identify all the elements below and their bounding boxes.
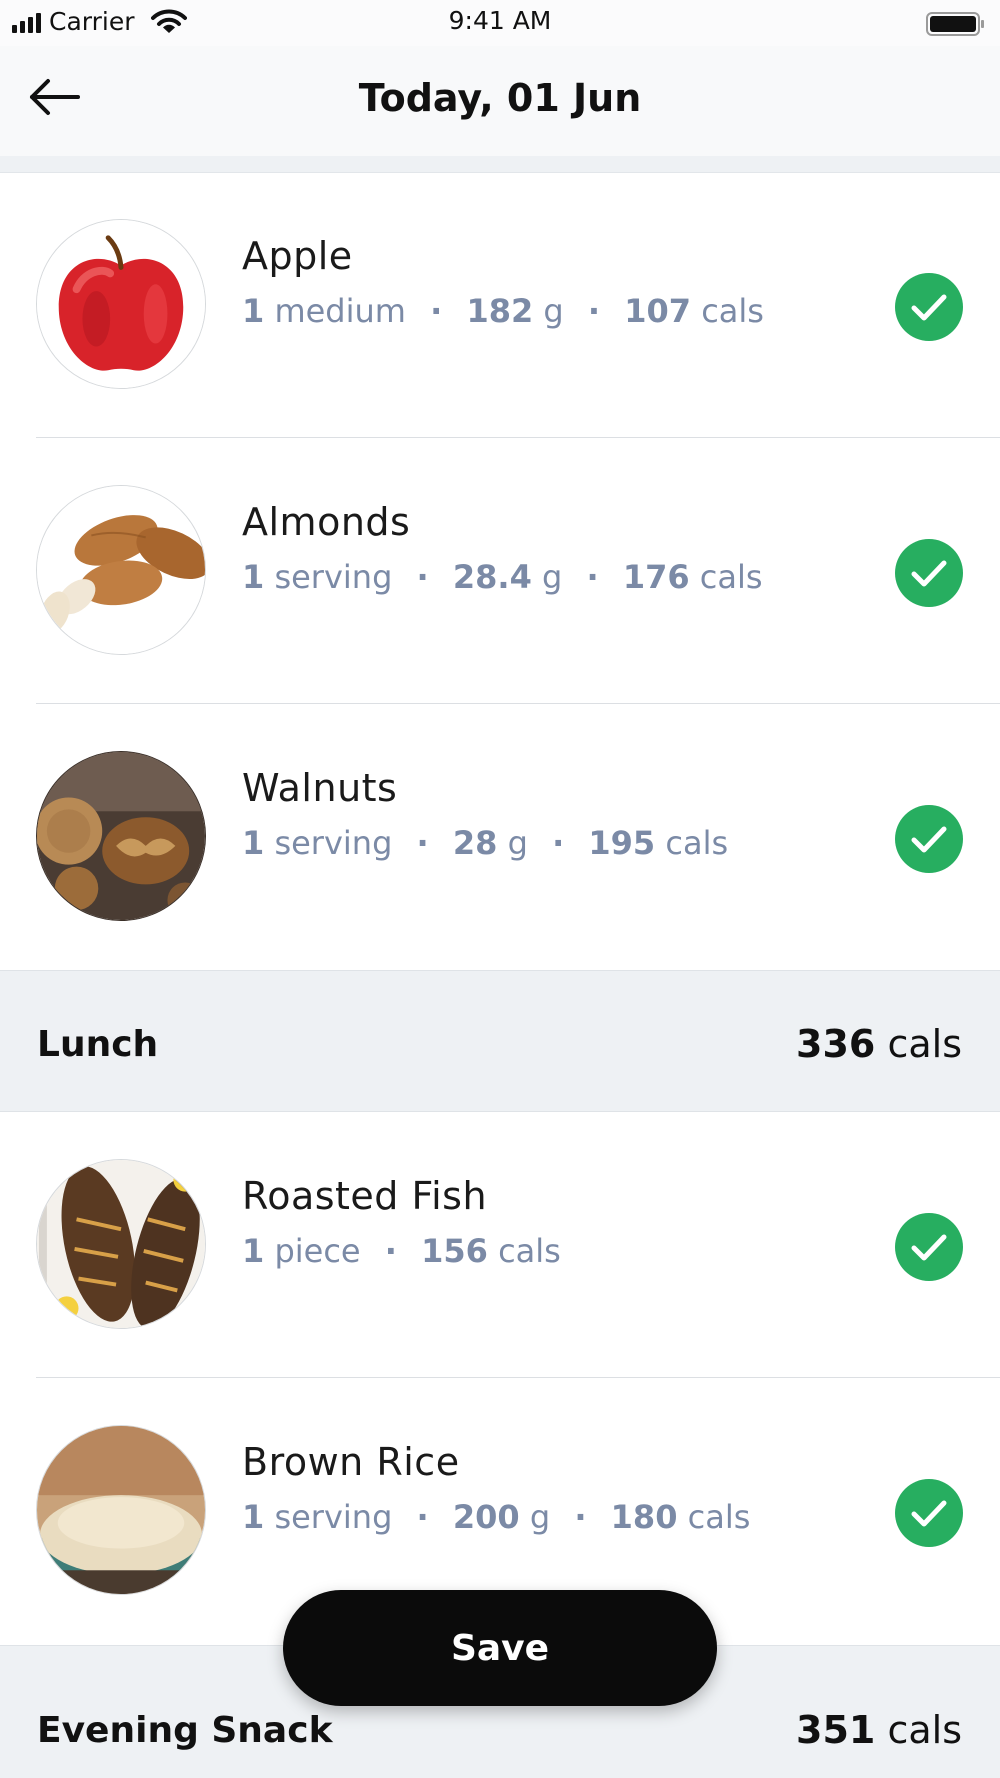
separator-dot: ·: [586, 558, 599, 596]
section-cals-value: 336: [796, 1022, 876, 1066]
check-circle-icon[interactable]: [894, 272, 964, 342]
food-weight: 200: [452, 1498, 520, 1536]
section-cals-unit: cals: [887, 1708, 962, 1752]
separator-dot: ·: [587, 292, 601, 330]
apple-image: [36, 219, 206, 389]
separator-dot: ·: [574, 1498, 587, 1536]
food-weight: 28: [452, 824, 498, 862]
food-meta: 1 serving · 28.4 g · 176 cals: [242, 558, 763, 596]
separator-dot: ·: [384, 1232, 397, 1270]
food-weight: 182: [466, 292, 534, 330]
status-time: 9:41 AM: [448, 6, 552, 35]
check-circle-icon[interactable]: [894, 804, 964, 874]
food-amount: 1: [242, 824, 265, 862]
status-bar: Carrier 9:41 AM: [0, 0, 1000, 46]
section-calories: 351 cals: [796, 1708, 962, 1752]
almonds-image: [36, 485, 206, 655]
food-cals-unit: cals: [687, 1498, 751, 1536]
food-name: Walnuts: [242, 766, 398, 810]
food-amount: 1: [242, 1498, 265, 1536]
food-unit: serving: [274, 1498, 393, 1536]
food-unit: serving: [274, 824, 393, 862]
separator-dot: ·: [416, 824, 429, 862]
food-cals-unit: cals: [498, 1232, 561, 1270]
section-calories: 336 cals: [796, 1022, 962, 1066]
food-item-walnuts[interactable]: Walnuts 1 serving · 28 g · 195 cals: [0, 704, 1000, 970]
save-button[interactable]: Save: [283, 1590, 717, 1706]
food-meta: 1 serving · 28 g · 195 cals: [242, 824, 728, 862]
food-amount: 1: [242, 292, 265, 330]
food-weight-unit: g: [529, 1498, 551, 1536]
food-cals-unit: cals: [699, 558, 763, 596]
separator-dot: ·: [416, 558, 429, 596]
food-name: Roasted Fish: [242, 1174, 488, 1218]
food-weight-unit: g: [543, 292, 564, 330]
food-unit: medium: [274, 292, 406, 330]
separator-dot: ·: [552, 824, 565, 862]
food-name: Almonds: [242, 500, 411, 544]
check-circle-icon[interactable]: [894, 1478, 964, 1548]
food-weight-unit: g: [507, 824, 528, 862]
food-weight: 28.4: [452, 558, 532, 596]
food-name: Brown Rice: [242, 1440, 460, 1484]
food-amount: 1: [242, 558, 265, 596]
food-name: Apple: [242, 234, 353, 278]
food-meta: 1 medium · 182 g · 107 cals: [242, 292, 764, 330]
roasted-fish-image: [36, 1159, 206, 1329]
separator-dot: ·: [430, 292, 443, 330]
food-cals: 195: [588, 824, 656, 862]
check-circle-icon[interactable]: [894, 1212, 964, 1282]
section-title: Evening Snack: [37, 1710, 333, 1751]
food-unit: piece: [274, 1232, 361, 1270]
food-log-screen: Carrier 9:41 AM Today, 01 Jun Apple 1 me…: [0, 0, 1000, 1778]
food-weight-unit: g: [542, 558, 563, 596]
walnuts-image: [36, 751, 206, 921]
food-cals-unit: cals: [701, 292, 764, 330]
check-circle-icon[interactable]: [894, 538, 964, 608]
page-title: Today, 01 Jun: [358, 76, 642, 120]
header-divider: [0, 156, 1000, 173]
food-meta: 1 serving · 200 g · 180 cals: [242, 1498, 750, 1536]
section-cals-value: 351: [796, 1708, 876, 1752]
food-item-roasted-fish[interactable]: Roasted Fish 1 piece · 156 cals: [0, 1112, 1000, 1378]
food-cals: 176: [622, 558, 690, 596]
section-header-lunch: Lunch 336 cals: [0, 970, 1000, 1112]
food-cals: 180: [610, 1498, 678, 1536]
section-title: Lunch: [37, 1024, 159, 1065]
food-cals: 156: [421, 1232, 488, 1270]
battery-icon: [926, 12, 986, 36]
food-item-apple[interactable]: Apple 1 medium · 182 g · 107 cals: [0, 172, 1000, 438]
food-cals: 107: [624, 292, 692, 330]
food-unit: serving: [274, 558, 393, 596]
food-cals-unit: cals: [665, 824, 729, 862]
food-item-almonds[interactable]: Almonds 1 serving · 28.4 g · 176 cals: [0, 438, 1000, 704]
nav-header: Today, 01 Jun: [0, 46, 1000, 157]
separator-dot: ·: [416, 1498, 429, 1536]
brown-rice-image: [36, 1425, 206, 1595]
section-cals-unit: cals: [887, 1022, 962, 1066]
food-amount: 1: [242, 1232, 265, 1270]
food-meta: 1 piece · 156 cals: [242, 1232, 561, 1270]
